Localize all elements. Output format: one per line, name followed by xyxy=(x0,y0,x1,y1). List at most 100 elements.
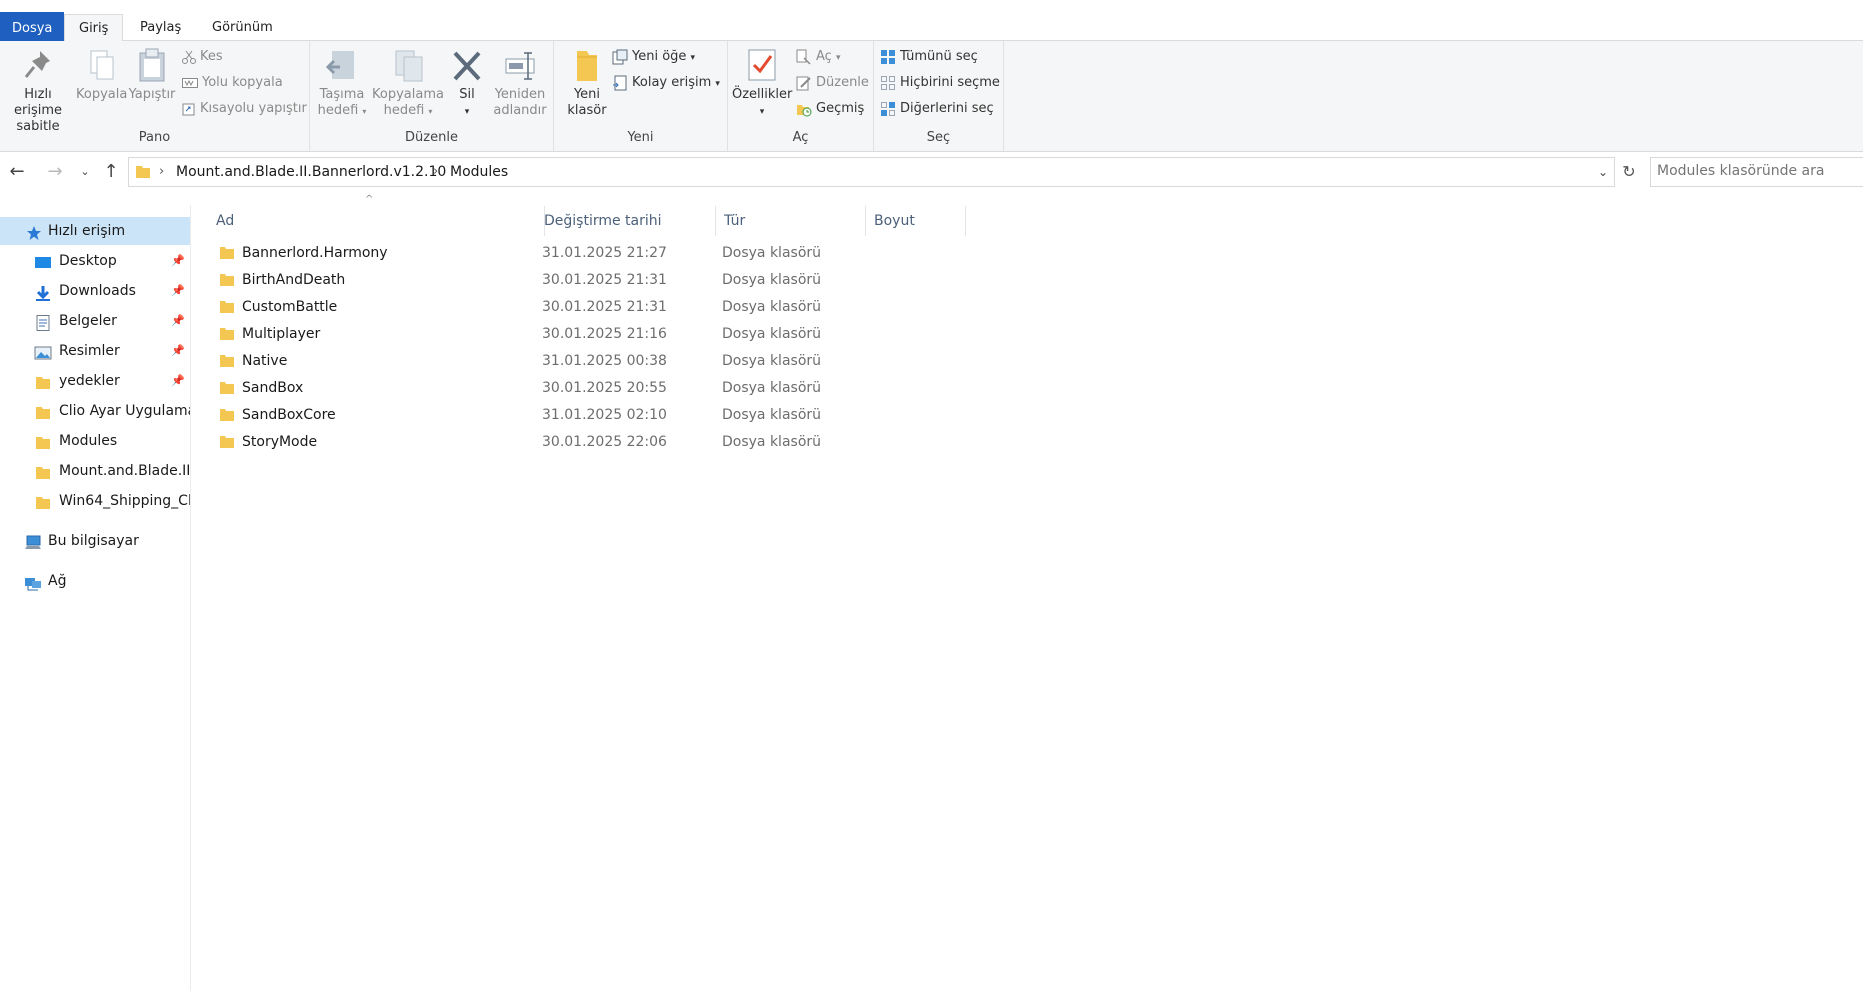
file-date: 30.01.2025 22:06 xyxy=(542,434,667,450)
pin-icon xyxy=(24,51,50,78)
pin-icon[interactable]: 📌 xyxy=(171,277,185,305)
select-all-button[interactable]: Tümünü seç xyxy=(880,47,978,67)
file-date: 31.01.2025 02:10 xyxy=(542,407,667,423)
ribbon: Hızlı erişime sabitle Kopyala Yapıştır K… xyxy=(0,41,1863,152)
address-bar[interactable]: › Mount.and.Blade.II.Bannerlord.v1.2.10 … xyxy=(128,157,1615,187)
nav-item-label: Downloads xyxy=(59,283,136,299)
edit-icon xyxy=(796,76,811,90)
rename-label-2: adlandır xyxy=(493,103,547,118)
network-icon xyxy=(24,573,42,591)
file-type: Dosya klasörü xyxy=(722,326,822,342)
file-row[interactable]: Bannerlord.Harmony 31.01.2025 21:27 Dosy… xyxy=(191,240,981,267)
file-name: SandBoxCore xyxy=(242,407,336,423)
history-button[interactable]: Geçmiş xyxy=(796,99,864,119)
nav-this-pc[interactable]: Bu bilgisayar xyxy=(0,527,190,555)
nav-item-mount-blade[interactable]: Mount.and.Blade.II.B xyxy=(0,457,190,485)
nav-item-yedekler[interactable]: yedekler 📌 xyxy=(0,367,190,395)
dropdown-arrow-icon: ▾ xyxy=(464,107,470,117)
file-date: 31.01.2025 00:38 xyxy=(542,353,667,369)
history-label: Geçmiş xyxy=(816,101,865,116)
new-folder-icon xyxy=(577,51,597,81)
group-new: Yeni klasör Yeni öğe ▾ Kolay erişim ▾ Ye… xyxy=(554,41,728,151)
copy-to-button[interactable]: Kopyalama hedefi ▾ xyxy=(372,47,444,120)
nav-item-pictures[interactable]: Resimler 📌 xyxy=(0,337,190,365)
file-row[interactable]: BirthAndDeath 30.01.2025 21:31 Dosya kla… xyxy=(191,267,981,294)
properties-checkmark-icon xyxy=(748,49,776,81)
forward-arrow-icon[interactable]: → xyxy=(42,160,68,184)
computer-icon xyxy=(24,533,42,549)
file-row[interactable]: StoryMode 30.01.2025 22:06 Dosya klasörü xyxy=(191,429,981,456)
easy-access-button[interactable]: Kolay erişim ▾ xyxy=(612,73,720,93)
properties-button[interactable]: Özellikler ▾ xyxy=(732,47,792,120)
group-clipboard: Hızlı erişime sabitle Kopyala Yapıştır K… xyxy=(0,41,310,151)
delete-button[interactable]: Sil ▾ xyxy=(446,47,488,120)
scissors-icon xyxy=(182,50,196,64)
copy-path-button[interactable]: Yolu kopyala xyxy=(182,73,283,93)
select-none-button[interactable]: Hiçbirini seçme xyxy=(880,73,1000,93)
file-row[interactable]: CustomBattle 30.01.2025 21:31 Dosya klas… xyxy=(191,294,981,321)
breadcrumb-item[interactable]: Modules xyxy=(450,158,508,186)
refresh-icon[interactable]: ↻ xyxy=(1614,157,1644,187)
paste-button[interactable]: Yapıştır xyxy=(128,47,176,103)
cut-label: Kes xyxy=(200,49,223,64)
column-header-date[interactable]: Değiştirme tarihi xyxy=(536,206,716,236)
folder-icon xyxy=(220,409,234,421)
copy-button[interactable]: Kopyala xyxy=(76,47,128,103)
back-arrow-icon[interactable]: ← xyxy=(4,160,30,184)
column-header-name[interactable]: Ad xyxy=(208,206,545,236)
file-row[interactable]: SandBoxCore 31.01.2025 02:10 Dosya klasö… xyxy=(191,402,981,429)
address-history-chevron-icon[interactable]: ⌄ xyxy=(1598,158,1608,186)
search-box[interactable] xyxy=(1650,157,1863,187)
new-folder-button[interactable]: Yeni klasör xyxy=(562,47,612,119)
folder-icon xyxy=(220,328,234,340)
file-row[interactable]: Multiplayer 30.01.2025 21:16 Dosya klasö… xyxy=(191,321,981,348)
file-name: BirthAndDeath xyxy=(242,272,346,288)
pin-icon[interactable]: 📌 xyxy=(171,337,185,365)
breadcrumb-item[interactable]: Mount.and.Blade.II.Bannerlord.v1.2.10 xyxy=(176,158,446,186)
move-to-label-2: hedefi xyxy=(317,103,359,118)
rename-button[interactable]: Yeniden adlandır xyxy=(490,47,550,119)
nav-quick-access[interactable]: Hızlı erişim xyxy=(0,217,190,245)
nav-item-desktop[interactable]: Desktop 📌 xyxy=(0,247,190,275)
tab-share[interactable]: Paylaş xyxy=(126,14,195,42)
group-title-select: Seç xyxy=(926,130,951,145)
column-header-size[interactable]: Boyut xyxy=(866,206,966,236)
pin-icon[interactable]: 📌 xyxy=(171,307,185,335)
group-title-open: Aç xyxy=(792,130,809,145)
edit-button[interactable]: Düzenle xyxy=(796,73,869,93)
nav-item-modules[interactable]: Modules xyxy=(0,427,190,455)
paste-shortcut-button[interactable]: Kısayolu yapıştır xyxy=(182,99,307,119)
nav-item-documents[interactable]: Belgeler 📌 xyxy=(0,307,190,335)
breadcrumb-separator-icon[interactable]: › xyxy=(433,158,438,186)
cut-button[interactable]: Kes xyxy=(182,47,223,67)
delete-label: Sil xyxy=(459,87,475,102)
nav-item-clio[interactable]: Clio Ayar Uygulama xyxy=(0,397,190,425)
pin-icon[interactable]: 📌 xyxy=(171,367,185,395)
open-icon xyxy=(796,49,811,65)
properties-label: Özellikler xyxy=(732,87,793,102)
paste-label: Yapıştır xyxy=(128,87,176,102)
copy-to-label-1: Kopyalama xyxy=(372,87,444,102)
recent-locations-chevron-icon[interactable]: ⌄ xyxy=(72,160,98,184)
up-arrow-icon[interactable]: ↑ xyxy=(98,160,124,184)
pin-quick-access-button[interactable]: Hızlı erişime sabitle xyxy=(2,47,74,135)
invert-selection-button[interactable]: Diğerlerini seç xyxy=(880,99,994,119)
tab-view[interactable]: Görünüm xyxy=(198,14,287,42)
copy-icon xyxy=(90,50,114,80)
copy-label: Kopyala xyxy=(76,87,128,102)
new-item-button[interactable]: Yeni öğe ▾ xyxy=(612,47,695,67)
move-to-button[interactable]: Taşıma hedefi ▾ xyxy=(315,47,369,120)
file-row[interactable]: SandBox 30.01.2025 20:55 Dosya klasörü xyxy=(191,375,981,402)
folder-icon xyxy=(220,355,234,367)
pin-icon[interactable]: 📌 xyxy=(171,247,185,275)
nav-item-downloads[interactable]: Downloads 📌 xyxy=(0,277,190,305)
nav-item-win64[interactable]: Win64_Shipping_Cli xyxy=(0,487,190,515)
invert-selection-label: Diğerlerini seç xyxy=(900,101,994,116)
column-header-type[interactable]: Tür xyxy=(716,206,866,236)
nav-network[interactable]: Ağ xyxy=(0,567,190,595)
open-button[interactable]: Aç ▾ xyxy=(796,47,840,67)
search-input[interactable] xyxy=(1651,158,1857,184)
folder-icon xyxy=(34,433,52,449)
breadcrumb-separator-icon[interactable]: › xyxy=(159,158,164,186)
file-row[interactable]: Native 31.01.2025 00:38 Dosya klasörü xyxy=(191,348,981,375)
